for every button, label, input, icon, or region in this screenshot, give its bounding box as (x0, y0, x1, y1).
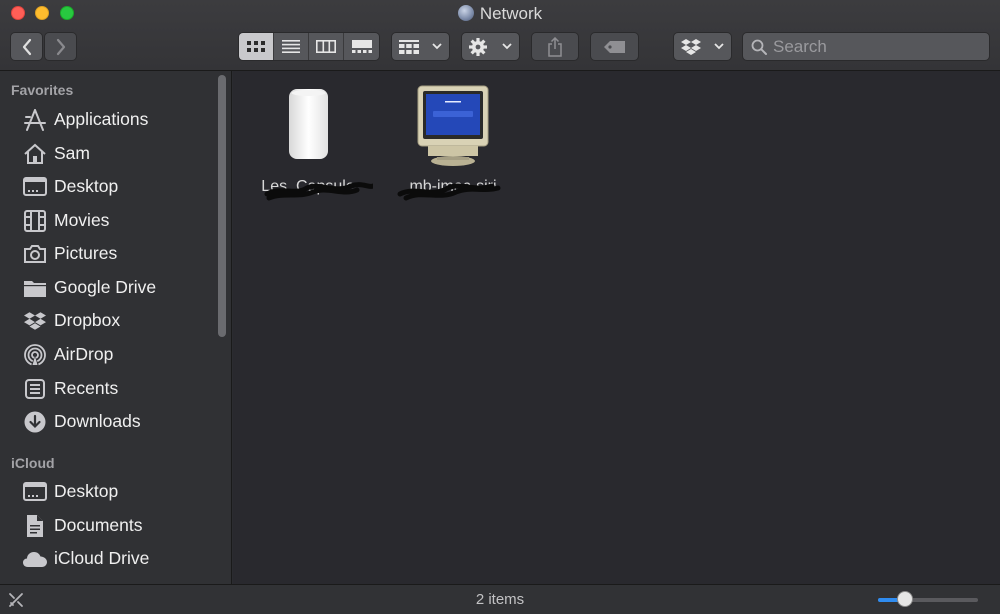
redaction-scribble (264, 182, 373, 201)
action-button[interactable] (461, 32, 520, 61)
desktop-icon (22, 174, 48, 200)
window-title-text: Network (479, 4, 543, 23)
sidebar-item-label: Movies (54, 210, 110, 230)
list-view-button[interactable] (274, 33, 309, 60)
icon-view-icon (247, 40, 265, 52)
chevron-down-icon (714, 43, 724, 50)
sidebar-scroll-thumb[interactable] (218, 75, 226, 337)
downloads-icon (22, 409, 48, 435)
sidebar-item-documents[interactable]: Documents (0, 509, 214, 542)
sidebar-item-label: Documents (54, 515, 143, 535)
network-globe-icon (457, 5, 474, 21)
sidebar-item-label: Sam (54, 143, 90, 163)
back-button[interactable] (10, 32, 43, 61)
item-count: 2 items (475, 591, 525, 608)
column-view-icon (316, 40, 336, 53)
sidebar: Favorites Applications Sam Desktop Movie… (0, 71, 232, 584)
share-button[interactable] (531, 32, 579, 61)
sidebar-item-icloud-drive[interactable]: iCloud Drive (0, 542, 214, 575)
window-title: Network (0, 4, 1000, 24)
applications-icon (22, 107, 48, 133)
sidebar-item-dropbox[interactable]: Dropbox (0, 304, 214, 337)
sidebar-item-label: Desktop (54, 176, 119, 196)
sidebar-item-label: Recents (54, 378, 119, 398)
cloud-icon (22, 546, 48, 572)
view-mode-segmented (238, 32, 380, 61)
redaction-scribble (397, 183, 501, 201)
sidebar-item-recents[interactable]: Recents (0, 372, 214, 405)
sidebar-item-label: AirDrop (54, 344, 114, 364)
finder-window: Network Search Favorites Applications Sa… (0, 0, 1000, 614)
share-icon (548, 36, 562, 57)
toolbar: Network (0, 0, 1000, 71)
crt-monitor-icon (403, 83, 503, 173)
sidebar-item-label: iCloud Drive (54, 548, 150, 568)
dropbox-button[interactable] (673, 32, 732, 61)
movies-icon (22, 208, 48, 234)
chevron-left-icon (22, 38, 31, 55)
recents-icon (22, 376, 48, 402)
documents-icon (22, 513, 48, 539)
tag-icon (603, 40, 625, 53)
column-view-button[interactable] (309, 33, 344, 60)
gallery-view-icon (351, 40, 372, 53)
file-item[interactable]: mb-imac-siri (388, 83, 518, 201)
sidebar-item-label: Applications (54, 109, 149, 129)
file-item[interactable]: Les_Capsule (243, 83, 373, 201)
sidebar-item-applications[interactable]: Applications (0, 103, 214, 136)
search-field[interactable] (742, 32, 990, 61)
sidebar-item-icloud-desktop[interactable]: Desktop (0, 475, 214, 508)
gear-icon (469, 37, 488, 56)
camera-icon (22, 241, 48, 267)
sidebar-item-google-drive[interactable]: Google Drive (0, 271, 214, 304)
sidebar-item-downloads[interactable]: Downloads (0, 405, 214, 438)
chevron-down-icon (432, 43, 442, 50)
forward-button[interactable] (44, 32, 77, 61)
file-name: Les_Capsule (243, 178, 373, 201)
sidebar-item-desktop[interactable]: Desktop (0, 170, 214, 203)
sidebar-item-pictures[interactable]: Pictures (0, 237, 214, 270)
chevron-down-icon (502, 43, 512, 50)
airport-time-capsule-icon (258, 83, 358, 173)
sidebar-item-label: Downloads (54, 411, 141, 431)
group-icon (398, 39, 419, 54)
icloud-header: iCloud (11, 455, 55, 471)
chevron-right-icon (56, 38, 65, 55)
favorites-header: Favorites (11, 82, 74, 98)
sidebar-item-label: Google Drive (54, 277, 157, 297)
sidebar-item-sam[interactable]: Sam (0, 137, 214, 170)
search-input[interactable] (773, 36, 983, 57)
icon-view-button[interactable] (239, 33, 274, 60)
tag-button[interactable] (590, 32, 639, 61)
folder-icon (22, 275, 48, 301)
airdrop-icon (22, 342, 48, 368)
status-bar: 2 items (0, 584, 1000, 614)
sidebar-item-label: Desktop (54, 481, 119, 501)
icon-size-slider[interactable] (878, 598, 978, 602)
gallery-view-button[interactable] (344, 33, 379, 60)
sidebar-item-airdrop[interactable]: AirDrop (0, 338, 214, 371)
sidebar-item-movies[interactable]: Movies (0, 204, 214, 237)
sidebar-item-label: Dropbox (54, 310, 121, 330)
search-icon (751, 39, 767, 55)
file-name: mb-imac-siri (388, 178, 518, 201)
content-area: Les_Capsule mb-imac-siri (233, 71, 1000, 584)
home-icon (22, 141, 48, 167)
group-button[interactable] (391, 32, 450, 61)
desktop-icon (22, 479, 48, 505)
sidebar-item-label: Pictures (54, 243, 118, 263)
dropbox-icon (22, 308, 48, 334)
icon-size-slider-knob[interactable] (897, 591, 913, 607)
list-view-icon (282, 40, 300, 53)
sidebar-scrollbar[interactable] (216, 75, 228, 581)
dropbox-icon (680, 38, 701, 55)
